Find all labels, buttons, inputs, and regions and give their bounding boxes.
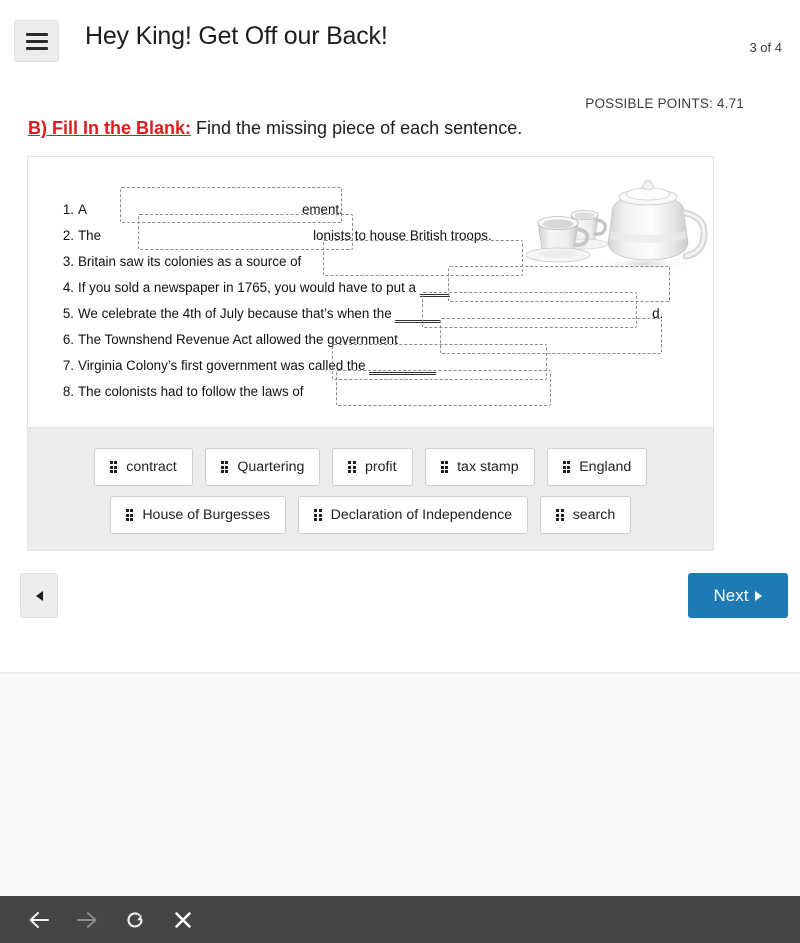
word-chip-label: House of Burgesses (142, 507, 271, 523)
drag-handle-icon (314, 508, 322, 522)
drag-handle-icon (125, 508, 134, 522)
page-title: Hey King! Get Off our Back! (85, 22, 388, 50)
teapot-and-teacups-image (526, 179, 708, 272)
chevron-right-icon (755, 590, 763, 601)
browser-reload-button[interactable] (122, 907, 148, 933)
page-counter: 3 of 4 (749, 40, 782, 55)
instruction-text: Find the missing piece of each sentence. (191, 118, 523, 138)
instruction-label: B) Fill In the Blank: (28, 118, 192, 138)
question-text-before: A (78, 202, 87, 217)
question-number: 4. (62, 280, 74, 295)
lower-page-region (0, 673, 800, 896)
question-number: 1. (62, 202, 74, 217)
arrow-left-icon (29, 911, 49, 928)
word-chip-label: contract (126, 459, 177, 475)
word-chip-label: Declaration of Independence (330, 507, 513, 523)
reload-icon (127, 911, 143, 927)
word-chip-label: tax stamp (457, 459, 519, 475)
browser-bottom-bar (0, 896, 800, 943)
app-header: Hey King! Get Off our Back! 3 of 4 (0, 0, 800, 78)
close-icon (175, 911, 191, 928)
drag-handle-icon (556, 508, 564, 522)
instruction-line: B) Fill In the Blank: Find the missing p… (28, 118, 522, 139)
questions-area: 1. Aement. 2. The lonists to house British … (28, 157, 713, 427)
question-text-before: The (78, 228, 102, 243)
word-chip-house-of-burgesses[interactable]: House of Burgesses (109, 496, 287, 534)
word-chip-profit[interactable]: profit (332, 448, 413, 486)
word-chip-contract[interactable]: contract (93, 448, 193, 486)
drag-handle-icon (348, 460, 356, 474)
hamburger-menu-icon (25, 39, 48, 43)
word-chip-quartering[interactable]: Quartering (204, 448, 321, 486)
question-text-before: We celebrate the 4th of July because tha… (78, 306, 392, 321)
browser-forward-button[interactable] (74, 907, 100, 933)
drop-zone-2[interactable] (138, 214, 353, 250)
word-bank-row-1: contract Quartering profit tax stamp Eng… (93, 448, 648, 486)
word-chip-label: England (579, 459, 632, 475)
question-item-3: 3. Britain saw its colonies as a source o… (63, 254, 302, 270)
question-number: 2. (62, 228, 74, 243)
question-card: 1. Aement. 2. The lonists to house British … (27, 156, 714, 551)
browser-back-button[interactable] (26, 907, 52, 933)
question-number: 6. (62, 332, 74, 347)
next-button[interactable]: Next (688, 573, 788, 618)
question-number: 8. (62, 384, 74, 399)
word-chip-label: profit (364, 459, 397, 475)
question-item-4: 4. If you sold a newspaper in 1765, you w… (63, 280, 450, 297)
word-bank: contract Quartering profit tax stamp Eng… (28, 427, 713, 550)
drag-handle-icon (109, 460, 118, 474)
question-number: 7. (62, 358, 74, 373)
question-item-8: 8. The colonists had to follow the laws o… (63, 384, 304, 400)
word-chip-label: search (572, 507, 616, 523)
drag-handle-icon (440, 460, 449, 474)
word-chip-label: Quartering (237, 459, 305, 475)
drag-handle-icon (562, 460, 571, 474)
word-chip-search[interactable]: search (540, 496, 632, 534)
previous-button[interactable] (20, 573, 58, 618)
word-bank-row-2: House of Burgesses Declaration of Indepe… (109, 496, 632, 534)
question-number: 3. (62, 254, 74, 269)
drop-zone-8[interactable] (336, 370, 551, 406)
arrow-right-icon (77, 911, 97, 928)
next-button-label: Next (713, 585, 749, 605)
hamburger-menu-button[interactable] (14, 20, 59, 62)
possible-points-label: POSSIBLE POINTS: 4.71 (585, 96, 744, 111)
question-text-before: Virginia Colony’s first government was c… (78, 358, 366, 373)
chevron-left-icon (35, 590, 43, 601)
browser-close-button[interactable] (170, 907, 196, 933)
hamburger-menu-icon (25, 32, 48, 36)
question-text-before: Britain saw its colonies as a source of (78, 254, 302, 269)
question-text-before: If you sold a newspaper in 1765, you wou… (78, 280, 416, 295)
question-number: 5. (62, 306, 74, 321)
word-chip-england[interactable]: England (546, 448, 648, 486)
word-chip-tax-stamp[interactable]: tax stamp (424, 448, 535, 486)
word-chip-declaration-of-independence[interactable]: Declaration of Independence (298, 496, 529, 534)
question-text-before: The colonists had to follow the laws of (78, 384, 304, 399)
hamburger-menu-icon (25, 46, 48, 50)
drag-handle-icon (220, 460, 229, 474)
